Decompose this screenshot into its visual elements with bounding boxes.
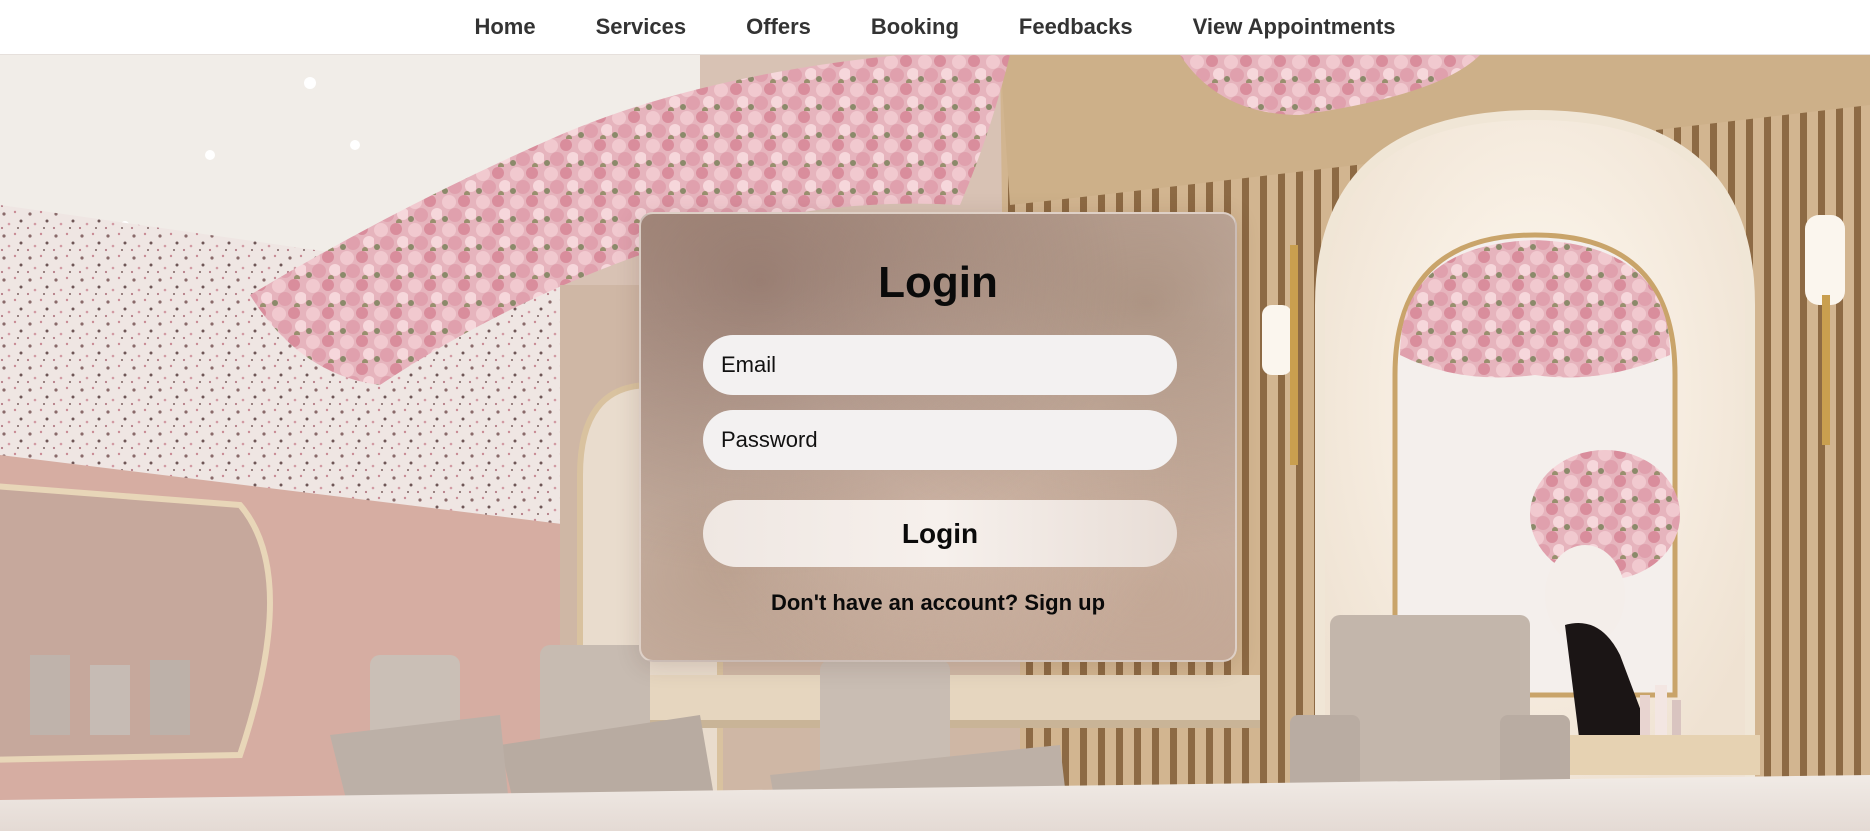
nav-home-link[interactable]: Home: [474, 14, 535, 40]
email-field[interactable]: [703, 335, 1177, 395]
login-title: Login: [878, 258, 998, 307]
nav-view-appointments-link[interactable]: View Appointments: [1193, 14, 1396, 40]
password-field[interactable]: [703, 410, 1177, 470]
nav-offers-link[interactable]: Offers: [746, 14, 811, 40]
nav-booking-link[interactable]: Booking: [871, 14, 959, 40]
nav-feedbacks-link[interactable]: Feedbacks: [1019, 14, 1133, 40]
login-button[interactable]: Login: [703, 500, 1177, 567]
nav-services-link[interactable]: Services: [596, 14, 687, 40]
signup-prompt-text: Don't have an account?: [770, 590, 1019, 615]
top-navbar: Home Services Offers Booking Feedbacks V…: [0, 0, 1870, 55]
signup-prompt: Don't have an account? Sign up: [641, 590, 1235, 616]
signup-link[interactable]: Sign up: [1024, 590, 1105, 615]
login-card: Login Login Don't have an account? Sign …: [639, 212, 1237, 662]
